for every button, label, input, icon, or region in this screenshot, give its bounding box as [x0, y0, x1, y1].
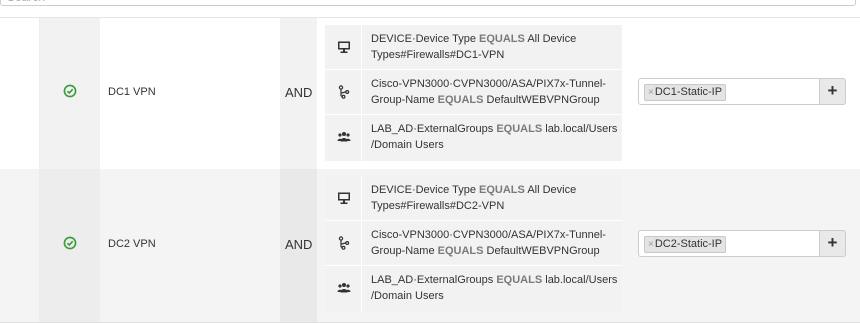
condition-text: Cisco-VPN3000·CVPN3000/ASA/PIX7x-Tunnel-…	[371, 78, 606, 106]
policy-rule-row: DC1 VPN AND DEVICE·Device Type EQUALS Al…	[0, 17, 860, 170]
policy-rule-row: DC2 VPN AND DEVICE·Device Type EQUALS Al…	[0, 169, 860, 323]
add-result-button[interactable]: +	[819, 78, 846, 105]
condition-item[interactable]: DEVICE·Device Type EQUALS All Device Typ…	[325, 176, 622, 221]
network-attribute-icon	[338, 85, 350, 99]
device-icon	[338, 41, 350, 53]
group-icon	[337, 283, 351, 293]
result-profile-field[interactable]: ×DC1-Static-IP +	[638, 78, 846, 105]
status-cell	[40, 18, 100, 169]
remove-tag-icon[interactable]: ×	[648, 239, 654, 250]
condition-text: LAB_AD·ExternalGroups EQUALS lab.local/U…	[371, 274, 618, 302]
check-circle-icon	[63, 236, 77, 250]
condition-text: Cisco-VPN3000·CVPN3000/ASA/PIX7x-Tunnel-…	[371, 229, 606, 257]
condition-item[interactable]: Cisco-VPN3000·CVPN3000/ASA/PIX7x-Tunnel-…	[325, 70, 622, 115]
result-tag: ×DC2-Static-IP	[644, 236, 727, 253]
result-tag: ×DC1-Static-IP	[644, 84, 727, 101]
remove-tag-icon[interactable]: ×	[648, 87, 654, 98]
search-bar	[0, 0, 856, 6]
result-profile-field[interactable]: ×DC2-Static-IP +	[638, 230, 846, 257]
condition-list: DEVICE·Device Type EQUALS All Device Typ…	[325, 25, 622, 161]
device-icon	[338, 192, 350, 204]
condition-text: DEVICE·Device Type EQUALS All Device Typ…	[371, 33, 577, 61]
condition-item[interactable]: LAB_AD·ExternalGroups EQUALS lab.local/U…	[325, 115, 622, 161]
condition-item[interactable]: DEVICE·Device Type EQUALS All Device Typ…	[325, 25, 622, 70]
condition-operator: AND	[285, 85, 313, 100]
group-icon	[337, 132, 351, 142]
condition-list: DEVICE·Device Type EQUALS All Device Typ…	[325, 176, 622, 313]
search-input[interactable]	[7, 0, 307, 5]
rule-name[interactable]: DC2 VPN	[108, 238, 156, 250]
rule-name[interactable]: DC1 VPN	[108, 86, 156, 98]
condition-operator: AND	[285, 237, 313, 252]
condition-text: LAB_AD·ExternalGroups EQUALS lab.local/U…	[371, 123, 618, 151]
condition-item[interactable]: Cisco-VPN3000·CVPN3000/ASA/PIX7x-Tunnel-…	[325, 221, 622, 266]
condition-item[interactable]: LAB_AD·ExternalGroups EQUALS lab.local/U…	[325, 266, 622, 313]
check-circle-icon	[63, 84, 77, 98]
condition-text: DEVICE·Device Type EQUALS All Device Typ…	[371, 184, 577, 212]
status-cell	[40, 169, 100, 322]
add-result-button[interactable]: +	[819, 230, 846, 257]
network-attribute-icon	[338, 236, 350, 250]
